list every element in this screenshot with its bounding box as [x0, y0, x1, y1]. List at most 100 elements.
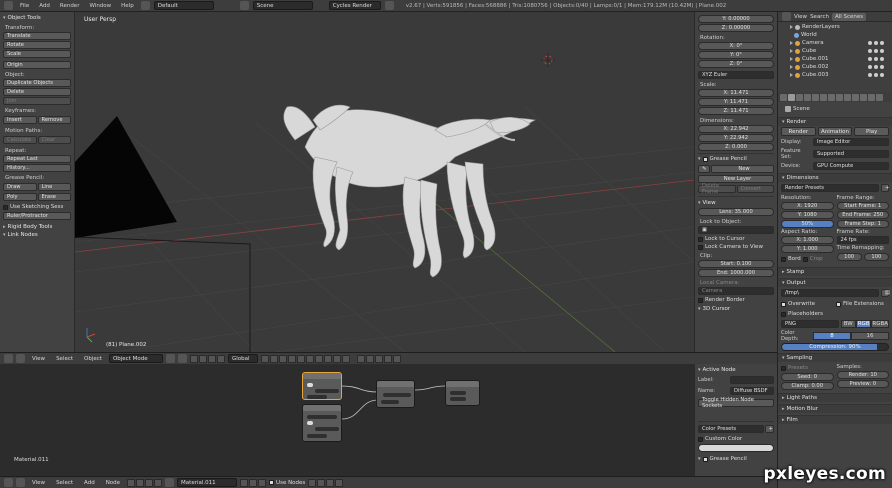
- editor-type-icon[interactable]: [782, 12, 791, 21]
- visibility-icons[interactable]: [868, 41, 884, 45]
- feature-set-dropdown[interactable]: Supported: [813, 150, 889, 158]
- view-panel-header[interactable]: View: [698, 199, 774, 207]
- dimensions-x-field[interactable]: X: 22.942: [698, 125, 774, 133]
- lock-camera-checkbox[interactable]: Lock Camera to View: [698, 244, 774, 250]
- aspect-x-field[interactable]: X: 1.000: [781, 236, 834, 244]
- object-tools-header[interactable]: Object Tools: [3, 14, 71, 22]
- rgba-option[interactable]: RGBA: [871, 320, 890, 328]
- outliner-item-cube-001[interactable]: Cube.001: [782, 55, 888, 63]
- select-menu[interactable]: Select: [52, 480, 77, 486]
- node-editor[interactable]: [0, 364, 694, 476]
- black-plane-object[interactable]: [75, 116, 177, 238]
- orientation-dropdown[interactable]: Global: [227, 354, 258, 363]
- render-layers-tab-icon[interactable]: [796, 93, 803, 101]
- convert-button[interactable]: Convert: [736, 185, 774, 193]
- data-tab-icon[interactable]: [844, 93, 851, 101]
- visibility-icons[interactable]: [868, 73, 884, 77]
- select-menu[interactable]: Select: [52, 356, 77, 362]
- menu-render[interactable]: Render: [57, 3, 83, 9]
- expand-icon[interactable]: [16, 478, 25, 487]
- end-frame-field[interactable]: End Frame: 250: [836, 211, 889, 219]
- active-node-header[interactable]: Active Node: [698, 366, 774, 374]
- delete-button[interactable]: Delete: [3, 88, 71, 96]
- constraints-tab-icon[interactable]: [828, 93, 835, 101]
- stamp-panel-header[interactable]: Stamp: [778, 267, 892, 276]
- visibility-icons[interactable]: [868, 65, 884, 69]
- preview-samples-field[interactable]: Preview: 0: [836, 380, 889, 388]
- folder-icon[interactable]: ▤: [881, 289, 890, 297]
- history-button[interactable]: History...: [3, 164, 71, 172]
- rotate-button[interactable]: Rotate: [3, 41, 71, 49]
- lock-to-cursor-checkbox[interactable]: Lock to Cursor: [698, 236, 774, 242]
- file-format-dropdown[interactable]: PNG: [781, 320, 839, 328]
- light-paths-panel-header[interactable]: Light Paths: [778, 393, 892, 402]
- frame-step-field[interactable]: Frame Step: 1: [836, 220, 889, 228]
- duplicate-objects-button[interactable]: Duplicate Objects: [3, 79, 71, 87]
- location-y-field[interactable]: Y: 0.00000: [698, 15, 774, 23]
- new-layer-button[interactable]: New Layer: [698, 175, 774, 183]
- scale-x-field[interactable]: X: 11.471: [698, 89, 774, 97]
- material-actions-icons[interactable]: [240, 478, 267, 487]
- depth-8-option[interactable]: 8: [813, 332, 851, 340]
- erase-button[interactable]: Erase: [37, 193, 71, 201]
- object-menu[interactable]: Object: [80, 356, 106, 362]
- material-tab-icon[interactable]: [852, 93, 859, 101]
- dimensions-y-field[interactable]: Y: 22.942: [698, 134, 774, 142]
- scale-z-field[interactable]: Z: 11.471: [698, 107, 774, 115]
- render-panel-header[interactable]: Render: [778, 117, 892, 126]
- seed-field[interactable]: Seed: 0: [781, 373, 834, 381]
- calculate-button[interactable]: Calculate: [3, 136, 37, 144]
- clip-end-field[interactable]: End: 1000.000: [698, 269, 774, 277]
- color-presets-dropdown[interactable]: Color Presets: [698, 425, 764, 433]
- outliner-item-cube-002[interactable]: Cube.002: [782, 63, 888, 71]
- placeholders-checkbox[interactable]: Placeholders: [781, 311, 889, 317]
- render-presets-dropdown[interactable]: Render Presets: [781, 184, 879, 192]
- node-label-input[interactable]: [730, 376, 774, 384]
- node-menu[interactable]: Node: [102, 480, 124, 486]
- mode-dropdown[interactable]: Object Mode: [108, 354, 163, 363]
- remap-new-field[interactable]: 100: [863, 253, 889, 261]
- outliner-item-cube[interactable]: Cube: [782, 47, 888, 55]
- render-tab-icon[interactable]: [788, 93, 795, 101]
- visibility-icons[interactable]: [868, 57, 884, 61]
- display-mode-dropdown[interactable]: All Scenes: [831, 12, 867, 21]
- frame-rate-dropdown[interactable]: 24 fps: [836, 236, 889, 244]
- grease-pencil-node-header[interactable]: ▾ Grease Pencil: [698, 456, 774, 462]
- animation-button[interactable]: Animation: [817, 127, 853, 136]
- sampling-panel-header[interactable]: Sampling: [778, 353, 892, 362]
- resolution-percentage-field[interactable]: 50%: [781, 220, 834, 228]
- border-checkbox[interactable]: Bord: [781, 256, 801, 262]
- bw-option[interactable]: BW: [840, 320, 856, 328]
- aspect-y-field[interactable]: Y: 1.000: [781, 245, 834, 253]
- poly-button[interactable]: Poly: [3, 193, 37, 201]
- texture-tab-icon[interactable]: [860, 93, 867, 101]
- 3d-viewport[interactable]: [75, 12, 694, 352]
- dimensions-z-field[interactable]: Z: 0.000: [698, 143, 774, 151]
- resolution-x-field[interactable]: X: 1920: [781, 202, 834, 210]
- pencil-icon[interactable]: ✎: [698, 165, 710, 173]
- pivot-icon[interactable]: [177, 354, 187, 363]
- 3d-cursor-panel-header[interactable]: 3D Cursor: [698, 305, 774, 313]
- remove-keyframe-button[interactable]: Remove: [37, 116, 71, 124]
- glossy-bsdf-node[interactable]: [302, 404, 342, 442]
- use-nodes-checkbox[interactable]: Use Nodes: [269, 480, 305, 486]
- layer-buttons[interactable]: [260, 354, 350, 363]
- use-sketching-checkbox[interactable]: Use Sketching Sess: [3, 204, 71, 210]
- add-menu[interactable]: Add: [80, 480, 99, 486]
- manipulator-icons[interactable]: [189, 354, 225, 363]
- properties-context-tabs[interactable]: [778, 92, 892, 102]
- device-dropdown[interactable]: GPU Compute: [813, 162, 889, 170]
- join-button[interactable]: Join: [3, 97, 71, 105]
- object-tab-icon[interactable]: [820, 93, 827, 101]
- dimensions-panel-header[interactable]: Dimensions: [778, 173, 892, 182]
- 3d-cursor-icon[interactable]: [541, 53, 555, 67]
- translate-button[interactable]: Translate: [3, 32, 71, 40]
- render-button[interactable]: Render: [781, 127, 816, 136]
- visibility-icons[interactable]: [868, 49, 884, 53]
- rotation-z-field[interactable]: Z: 0°: [698, 60, 774, 68]
- material-output-node[interactable]: [445, 380, 480, 406]
- remap-old-field[interactable]: 100: [836, 253, 862, 261]
- snap-icons[interactable]: [356, 354, 401, 363]
- color-depth-selector[interactable]: 8 16: [813, 332, 889, 340]
- view-menu[interactable]: View: [28, 480, 49, 486]
